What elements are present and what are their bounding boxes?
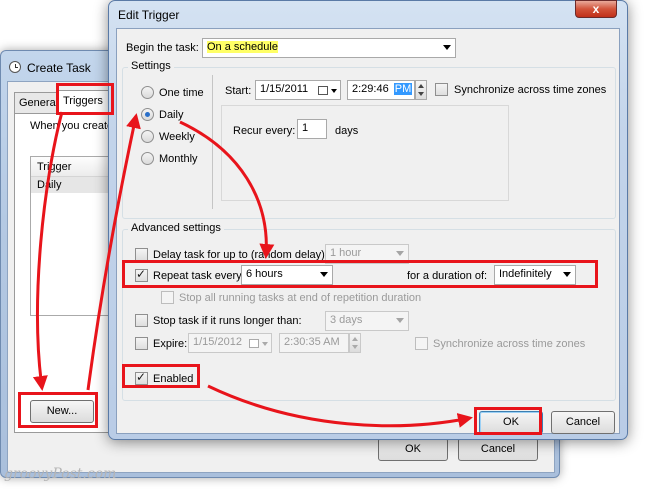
arrow-enabled-to-ok <box>207 384 473 428</box>
arrow-new-to-daily <box>86 113 141 391</box>
arrow-triggers-to-new <box>32 111 64 391</box>
annotation-arrows <box>32 111 473 428</box>
watermark-text: groovyPost.com <box>4 466 117 482</box>
arrow-daily-to-repeat <box>179 120 275 259</box>
